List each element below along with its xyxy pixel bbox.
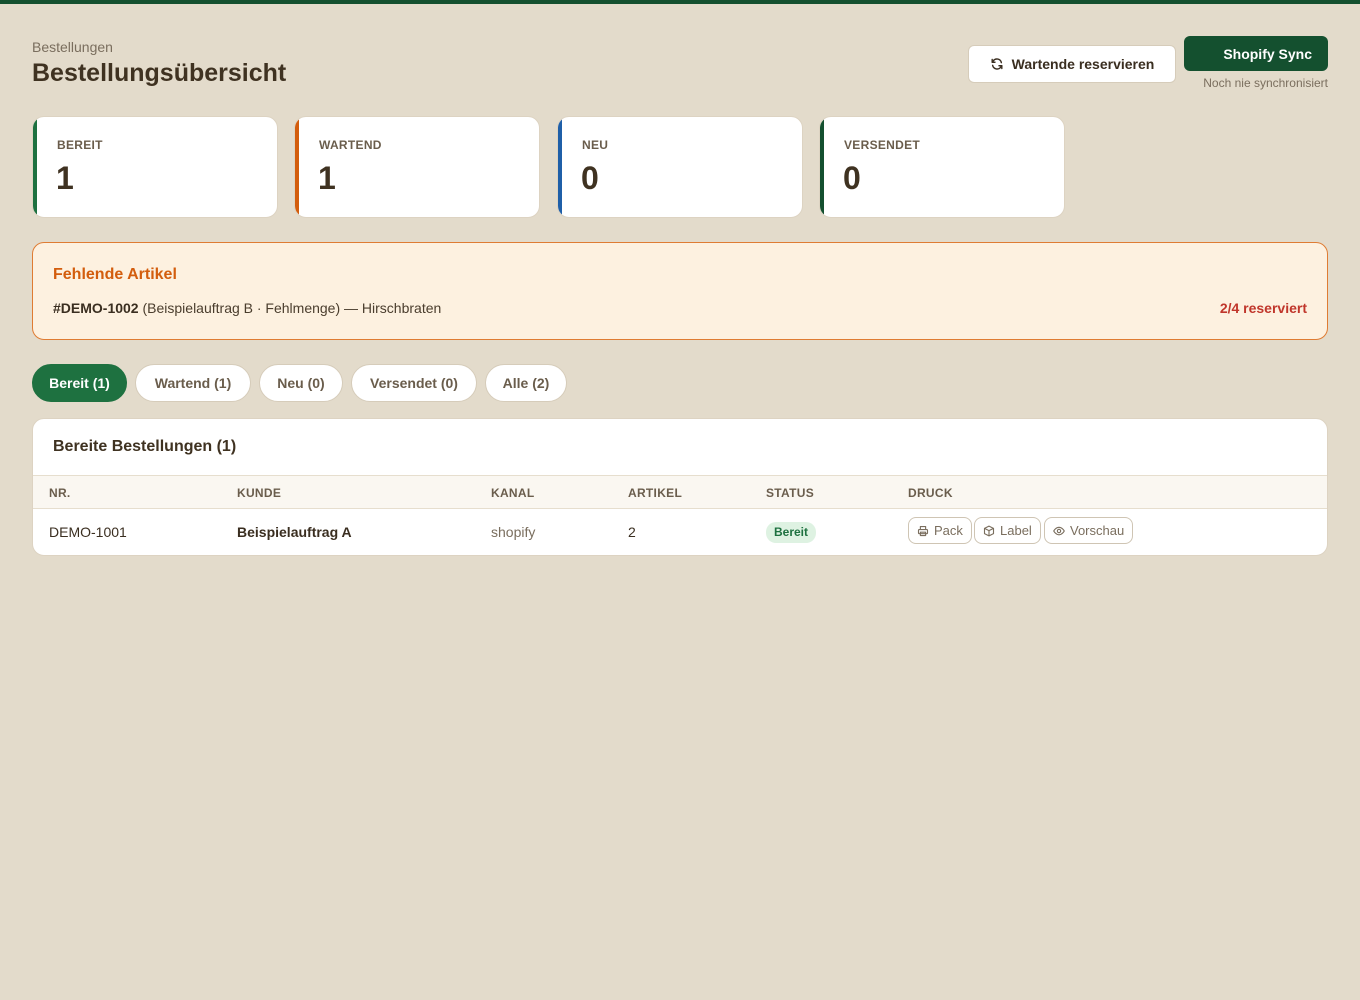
column-header-artikel[interactable]: ARTIKEL <box>628 486 682 500</box>
stat-label: BEREIT <box>57 138 103 152</box>
alert-item-detail: (Beispielauftrag B · Fehlmenge) — Hirsch… <box>142 300 442 316</box>
status-badge: Bereit <box>766 522 817 543</box>
reserve-waiting-label: Wartende reservieren <box>1011 56 1155 72</box>
column-header-nr[interactable]: NR. <box>49 486 71 500</box>
stat-value: 0 <box>843 160 861 196</box>
stat-value: 1 <box>318 160 336 196</box>
print-pack-button[interactable]: Pack <box>908 517 972 544</box>
tab-alle[interactable]: Alle (2) <box>485 364 567 402</box>
item-count: 2 <box>628 524 636 540</box>
missing-items-alert: Fehlende Artikel #DEMO-1002 (Beispielauf… <box>32 242 1328 340</box>
column-header-kanal[interactable]: KANAL <box>491 486 535 500</box>
column-header-druck: DRUCK <box>908 486 953 500</box>
stat-card-bereit: BEREIT 1 <box>32 116 278 218</box>
stat-card-neu: NEU 0 <box>557 116 803 218</box>
stat-accent-bar <box>558 117 562 217</box>
customer-name[interactable]: Beispielauftrag A <box>237 524 352 540</box>
printer-icon <box>917 525 929 536</box>
tab-versendet[interactable]: Versendet (0) <box>351 364 477 402</box>
stat-card-wartend: WARTEND 1 <box>294 116 540 218</box>
page-header: Bestellungen Bestellungsübersicht Warten… <box>32 36 1328 96</box>
shopify-sync-button[interactable]: Shopify Sync <box>1184 36 1328 71</box>
orders-table-card: Bereite Bestellungen (1) NR. KUNDE KANAL… <box>32 418 1328 556</box>
sync-status-text: Noch nie synchronisiert <box>1203 76 1328 90</box>
table-title: Bereite Bestellungen (1) <box>53 438 237 455</box>
stat-accent-bar <box>33 117 37 217</box>
channel: shopify <box>491 524 536 540</box>
column-header-status[interactable]: STATUS <box>766 486 814 500</box>
table-header: NR. KUNDE KANAL ARTIKEL STATUS DRUCK <box>33 475 1327 509</box>
alert-reserved-count: 2/4 reserviert <box>1219 300 1307 316</box>
top-accent-bar <box>0 0 1360 4</box>
breadcrumb[interactable]: Bestellungen <box>32 39 113 55</box>
stat-label: WARTEND <box>319 138 382 152</box>
preview-button[interactable]: Vorschau <box>1044 517 1134 544</box>
stat-value: 0 <box>581 160 599 196</box>
refresh-icon <box>991 58 1003 70</box>
stat-value: 1 <box>56 160 74 196</box>
alert-item: #DEMO-1002 (Beispielauftrag B · Fehlmeng… <box>53 300 441 316</box>
stat-label: VERSENDET <box>844 138 921 152</box>
alert-title: Fehlende Artikel <box>53 266 177 283</box>
box-icon <box>983 525 995 536</box>
print-label-button[interactable]: Label <box>974 517 1041 544</box>
order-number[interactable]: DEMO-1001 <box>49 524 127 540</box>
alert-order-number[interactable]: #DEMO-1002 <box>53 300 139 316</box>
stat-accent-bar <box>295 117 299 217</box>
tab-wartend[interactable]: Wartend (1) <box>135 364 251 402</box>
page-title: Bestellungsübersicht <box>32 59 287 87</box>
reserve-waiting-button[interactable]: Wartende reservieren <box>968 45 1176 83</box>
print-pack-label: Pack <box>934 523 963 538</box>
stat-card-versendet: VERSENDET 0 <box>819 116 1065 218</box>
tab-neu[interactable]: Neu (0) <box>259 364 343 402</box>
column-header-kunde[interactable]: KUNDE <box>237 486 281 500</box>
table-row[interactable]: DEMO-1001 Beispielauftrag A shopify 2 Be… <box>33 509 1327 555</box>
preview-label: Vorschau <box>1070 523 1125 538</box>
stat-accent-bar <box>820 117 824 217</box>
stat-label: NEU <box>582 138 609 152</box>
eye-icon <box>1053 526 1065 535</box>
tab-bereit[interactable]: Bereit (1) <box>32 364 127 402</box>
print-label-label: Label <box>1000 523 1032 538</box>
